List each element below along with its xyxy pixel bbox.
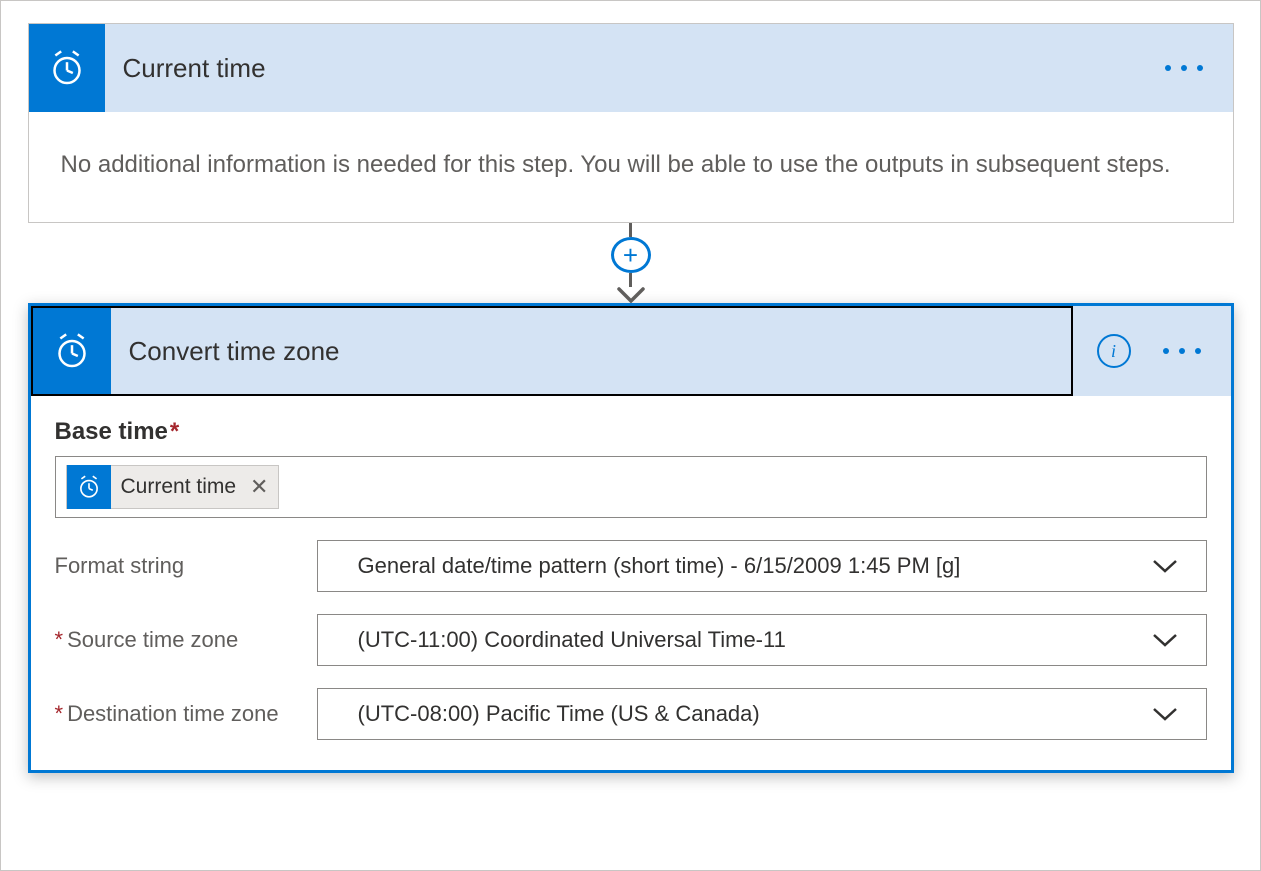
- format-string-select[interactable]: General date/time pattern (short time) -…: [317, 540, 1207, 592]
- source-timezone-select[interactable]: (UTC-11:00) Coordinated Universal Time-1…: [317, 614, 1207, 666]
- step-title: Convert time zone: [111, 336, 1071, 367]
- destination-timezone-select[interactable]: (UTC-08:00) Pacific Time (US & Canada): [317, 688, 1207, 740]
- source-timezone-row: *Source time zone (UTC-11:00) Coordinate…: [55, 614, 1207, 666]
- field-label: *Source time zone: [55, 627, 317, 653]
- step-current-time-card: Current time No additional information i…: [28, 23, 1234, 223]
- arrow-down-icon: [617, 273, 645, 303]
- dynamic-content-token[interactable]: Current time ✕: [66, 465, 280, 509]
- alarm-clock-icon: [67, 465, 111, 509]
- step-convert-timezone-card: Convert time zone i Base time*: [28, 303, 1234, 773]
- close-icon[interactable]: ✕: [246, 474, 268, 500]
- step-current-time-header[interactable]: Current time: [29, 24, 1233, 112]
- alarm-clock-icon: [29, 24, 105, 112]
- step-connector: +: [609, 223, 653, 303]
- field-label: *Destination time zone: [55, 701, 317, 727]
- token-label: Current time: [111, 475, 247, 499]
- step-convert-timezone-header[interactable]: Convert time zone: [31, 306, 1073, 396]
- format-string-row: Format string General date/time pattern …: [55, 540, 1207, 592]
- label-text: Base time: [55, 418, 168, 445]
- ellipsis-icon[interactable]: [1163, 348, 1201, 354]
- label-text: Format string: [55, 553, 185, 578]
- chevron-down-icon: [1152, 707, 1178, 721]
- chevron-down-icon: [1152, 633, 1178, 647]
- alarm-clock-icon: [33, 308, 111, 394]
- label-text: Source time zone: [67, 627, 238, 652]
- field-label: Format string: [55, 553, 317, 579]
- designer-canvas: Current time No additional information i…: [0, 0, 1261, 871]
- info-icon[interactable]: i: [1097, 334, 1131, 368]
- label-text: Destination time zone: [67, 701, 279, 726]
- step-description: No additional information is needed for …: [29, 112, 1233, 222]
- destination-timezone-row: *Destination time zone (UTC-08:00) Pacif…: [55, 688, 1207, 740]
- select-value: General date/time pattern (short time) -…: [358, 553, 961, 579]
- select-value: (UTC-08:00) Pacific Time (US & Canada): [358, 701, 760, 727]
- step-form: Base time* Current time ✕: [31, 396, 1231, 770]
- select-value: (UTC-11:00) Coordinated Universal Time-1…: [358, 627, 786, 653]
- chevron-down-icon: [1152, 559, 1178, 573]
- step-title: Current time: [105, 53, 1165, 84]
- base-time-label: Base time*: [55, 418, 1207, 446]
- add-step-button[interactable]: +: [611, 237, 651, 273]
- base-time-input[interactable]: Current time ✕: [55, 456, 1207, 518]
- ellipsis-icon[interactable]: [1165, 65, 1203, 71]
